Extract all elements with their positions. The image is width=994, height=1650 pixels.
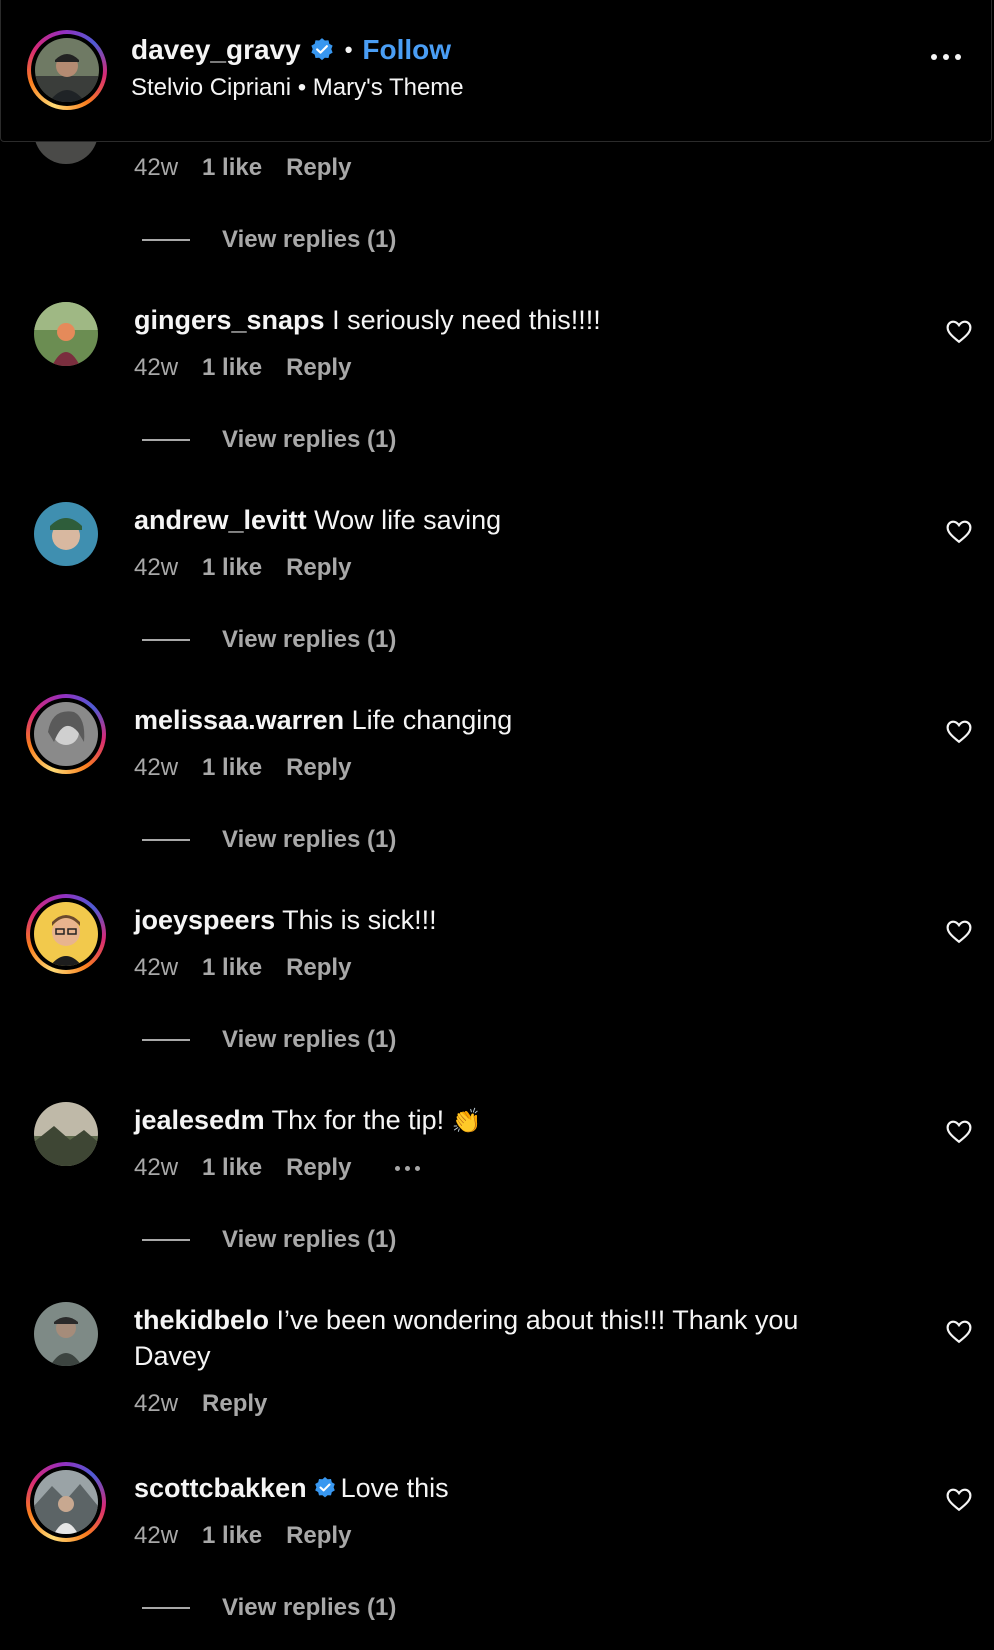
replies-divider [142,239,190,241]
post-header: davey_gravy • Follow Stelvio Cipriani • … [0,0,992,142]
heart-icon[interactable] [946,720,972,744]
story-ring[interactable] [26,894,106,974]
reply-button[interactable]: Reply [202,1390,267,1418]
header-username[interactable]: davey_gravy [131,34,301,66]
comment-username[interactable]: scottcbakken [134,1473,307,1503]
comment-username[interactable]: gingers_snaps [134,305,325,335]
comment-username[interactable]: jealesedm [134,1105,265,1135]
comment-likes[interactable]: 1 like [202,1154,262,1182]
verified-badge-icon [313,1473,337,1498]
view-replies-button[interactable]: View replies (1) [142,1026,396,1054]
comment-time: 42w [134,1522,179,1549]
comment-time: 42w [134,754,179,781]
reply-button[interactable]: Reply [286,954,351,982]
avatar[interactable] [34,302,98,366]
comment-text: Wow life saving [314,505,502,535]
comment-text: This is sick!!! [282,905,437,935]
avatar[interactable] [34,902,98,966]
comment-likes[interactable]: 1 like [202,1522,262,1550]
avatar[interactable] [34,702,98,766]
story-ring[interactable] [26,694,106,774]
view-replies-button[interactable]: View replies (1) [142,626,396,654]
reply-button[interactable]: Reply [286,354,351,382]
heart-icon[interactable] [946,320,972,344]
view-replies-label: View replies (1) [222,426,397,453]
comment-likes[interactable]: 1 like [202,754,262,782]
audio-subtitle[interactable]: Stelvio Cipriani • Mary's Theme [131,74,464,102]
avatar[interactable] [34,502,98,566]
view-replies-label: View replies (1) [222,1226,397,1253]
heart-icon[interactable] [946,520,972,544]
comment-likes[interactable]: 1 like [202,954,262,982]
view-replies-label: View replies (1) [222,626,397,653]
story-ring[interactable] [27,30,107,110]
comment-text: I seriously need this!!!! [332,305,601,335]
comment-time: 42w [134,554,179,581]
view-replies-button[interactable]: View replies (1) [142,1226,396,1254]
comment-username[interactable]: joeyspeers [134,905,275,935]
comment-username[interactable]: melissaa.warren [134,705,344,735]
verified-badge-icon [309,37,335,63]
view-replies-label: View replies (1) [222,1594,397,1621]
view-replies-button[interactable]: View replies (1) [142,426,396,454]
comment-time: 42w [134,954,179,981]
replies-divider [142,1607,190,1609]
replies-divider [142,1239,190,1241]
comment-username[interactable]: thekidbelo [134,1305,269,1335]
heart-icon[interactable] [946,1120,972,1144]
avatar[interactable] [35,38,99,102]
reply-button[interactable]: Reply [286,1154,351,1182]
comment-text: Thx for the tip! [271,1105,445,1135]
replies-divider [142,839,190,841]
reply-button[interactable]: Reply [286,754,351,782]
story-ring[interactable] [26,1462,106,1542]
comment-likes[interactable]: 1 like [202,554,262,582]
reply-button[interactable]: Reply [286,1522,351,1550]
replies-divider [142,1039,190,1041]
more-options-icon[interactable] [931,54,961,60]
comment-time: 42w [134,154,179,181]
separator-dot: • [344,37,353,62]
avatar[interactable] [34,1470,98,1534]
reply-button[interactable]: Reply [286,154,351,182]
heart-icon[interactable] [946,1488,972,1512]
comment-likes[interactable]: 1 like [202,154,262,182]
comment-options-icon[interactable] [395,1165,421,1171]
comment-likes[interactable]: 1 like [202,354,262,382]
comment-text: Love this [340,1473,449,1503]
replies-divider [142,439,190,441]
avatar[interactable] [34,1302,98,1366]
view-replies-label: View replies (1) [222,826,397,853]
view-replies-button[interactable]: View replies (1) [142,826,396,854]
view-replies-label: View replies (1) [222,226,397,253]
comment-time: 42w [134,1390,179,1417]
comment-time: 42w [134,354,179,381]
heart-icon[interactable] [946,920,972,944]
comment-username[interactable]: andrew_levitt [134,505,307,535]
reply-button[interactable]: Reply [286,554,351,582]
view-replies-button[interactable]: View replies (1) [142,226,396,254]
view-replies-label: View replies (1) [222,1026,397,1053]
comment-text: Life changing [351,705,513,735]
replies-divider [142,639,190,641]
heart-icon[interactable] [946,1320,972,1344]
clapping-hands-emoji: 👏 [451,1107,482,1135]
follow-button[interactable]: Follow [362,34,451,66]
avatar[interactable] [34,1102,98,1166]
view-replies-button[interactable]: View replies (1) [142,1594,396,1622]
comment-time: 42w [134,1154,179,1181]
